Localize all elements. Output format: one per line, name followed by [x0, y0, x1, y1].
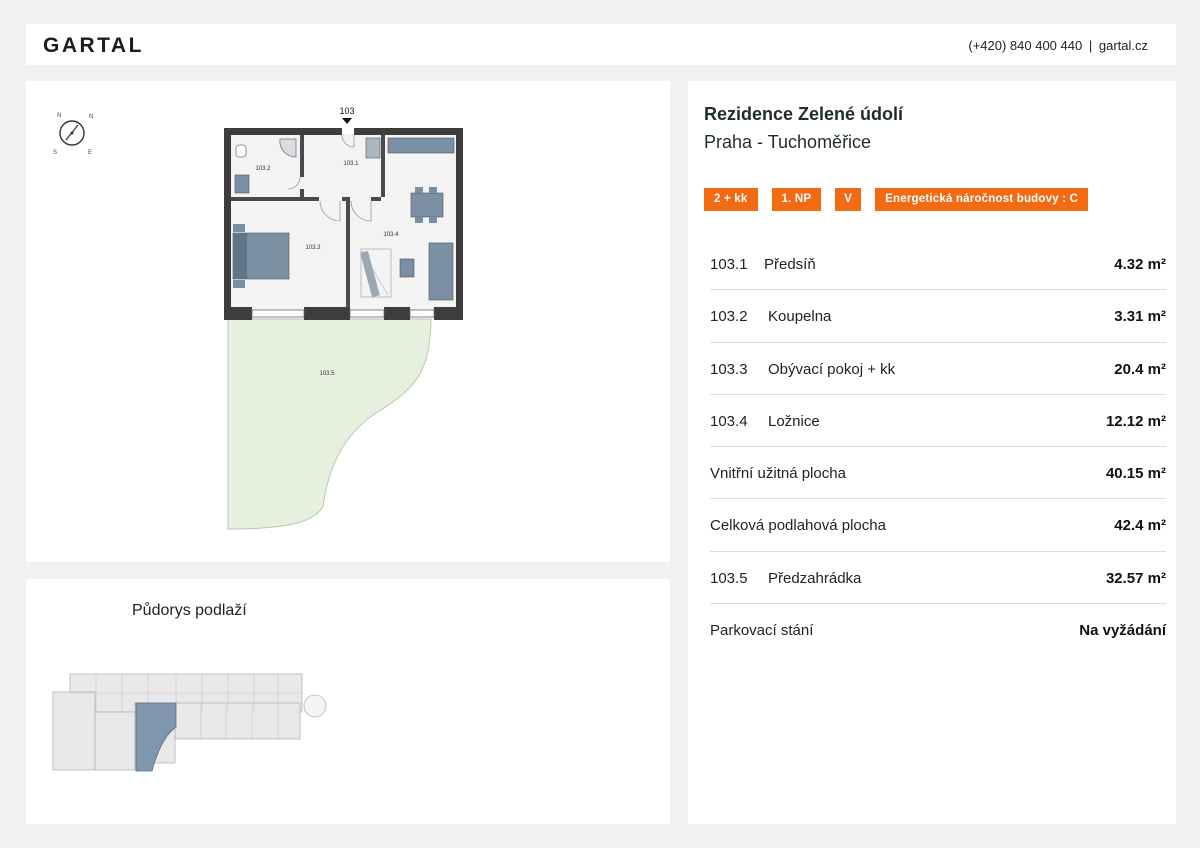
room-label-103-5: 103.5: [319, 371, 335, 377]
layout-badge: 2 + kk: [704, 188, 758, 211]
area-table: 103.1 Předsíň 4.32 m² 103.2 Koupelna 3.3…: [710, 238, 1166, 656]
table-row: 103.2 Koupelna 3.31 m²: [710, 290, 1166, 343]
unit-label: 103: [339, 106, 354, 116]
table-row: Parkovací stání Na vyžádání: [710, 604, 1166, 656]
floor-badge: 1. NP: [771, 188, 822, 211]
website-link[interactable]: gartal.cz: [1099, 38, 1148, 53]
project-location: Praha - Tuchoměřice: [704, 132, 872, 152]
room-area: 32.57 m²: [1105, 569, 1166, 587]
room-area: 3.31 m²: [1114, 308, 1166, 326]
area-label: Celková podlahová plocha: [710, 517, 886, 535]
room-area: 4.32 m²: [1114, 256, 1166, 273]
energy-badge: Energetická náročnost budovy : C: [875, 188, 1089, 211]
site-header: GARTAL (+420) 840 400 440 | gartal.cz: [26, 24, 1176, 65]
room-label-103-1: 103.1: [343, 161, 359, 167]
room-code: 103.4: [710, 412, 748, 430]
parking-label: Parkovací stání: [710, 622, 814, 640]
room-label-103-4: 103.4: [383, 232, 399, 238]
table-row: 103.4 Ložnice 12.12 m²: [710, 395, 1166, 448]
phone-link[interactable]: (+420) 840 400 440: [968, 38, 1082, 53]
svg-text:E: E: [88, 150, 92, 156]
contact-separator: |: [1088, 38, 1093, 53]
entry-arrow-icon: [342, 118, 352, 124]
apartment-plan-panel: N N S E 103 103.1 103.2 103.3 103.4 103.…: [26, 81, 670, 562]
room-code: 103.2: [710, 308, 748, 326]
table-row: 103.1 Předsíň 4.32 m²: [710, 238, 1166, 291]
svg-text:S: S: [53, 150, 57, 156]
table-row: Vnitřní užitná plocha 40.15 m²: [710, 447, 1166, 500]
apartment-floor-plan: N N S E 103 103.1 103.2 103.3 103.4 103.…: [53, 106, 463, 530]
room-name: Ložnice: [768, 412, 820, 430]
area-value: 42.4 m²: [1114, 517, 1166, 535]
gartal-logo[interactable]: GARTAL: [43, 34, 144, 58]
area-value: 40.15 m²: [1105, 465, 1166, 483]
room-name: Obývací pokoj + kk: [768, 360, 896, 378]
table-row: 103.3 Obývací pokoj + kk 20.4 m²: [710, 343, 1166, 395]
apartment-info-panel: Rezidence Zelené údolí Praha - Tuchoměři…: [688, 81, 1176, 824]
room-name: Koupelna: [768, 308, 832, 326]
table-row: 103.5 Předzahrádka 32.57 m²: [710, 552, 1166, 605]
bedroom-furniture: [232, 224, 290, 288]
floor-overview-map: [52, 673, 327, 772]
orientation-badge: V: [835, 188, 862, 211]
area-label: Vnitřní užitná plocha: [710, 465, 846, 483]
parking-value: Na vyžádání: [1079, 622, 1166, 640]
contact-info: (+420) 840 400 440 | gartal.cz: [968, 38, 1148, 53]
room-name: Předzahrádka: [768, 569, 862, 587]
svg-text:N: N: [57, 113, 61, 119]
room-label-103-2: 103.2: [255, 166, 271, 172]
room-area: 20.4 m²: [1114, 360, 1166, 378]
compass-icon: N N S E: [53, 113, 93, 156]
room-code: 103.3: [710, 360, 748, 378]
room-label-103-3: 103.3: [305, 245, 321, 251]
room-code: 103.5: [710, 569, 748, 587]
room-name: Předsíň: [764, 256, 816, 273]
svg-text:N: N: [89, 114, 93, 120]
floor-overview-panel: Půdorys podlaží: [26, 579, 670, 824]
room-area: 12.12 m²: [1105, 412, 1166, 430]
apartment-badges: 2 + kk 1. NP V Energetická náročnost bud…: [704, 188, 1089, 211]
project-name: Rezidence Zelené údolí: [704, 104, 904, 124]
garden-area: [227, 318, 432, 530]
table-row: Celková podlahová plocha 42.4 m²: [710, 499, 1166, 552]
room-code: 103.1: [710, 256, 748, 273]
